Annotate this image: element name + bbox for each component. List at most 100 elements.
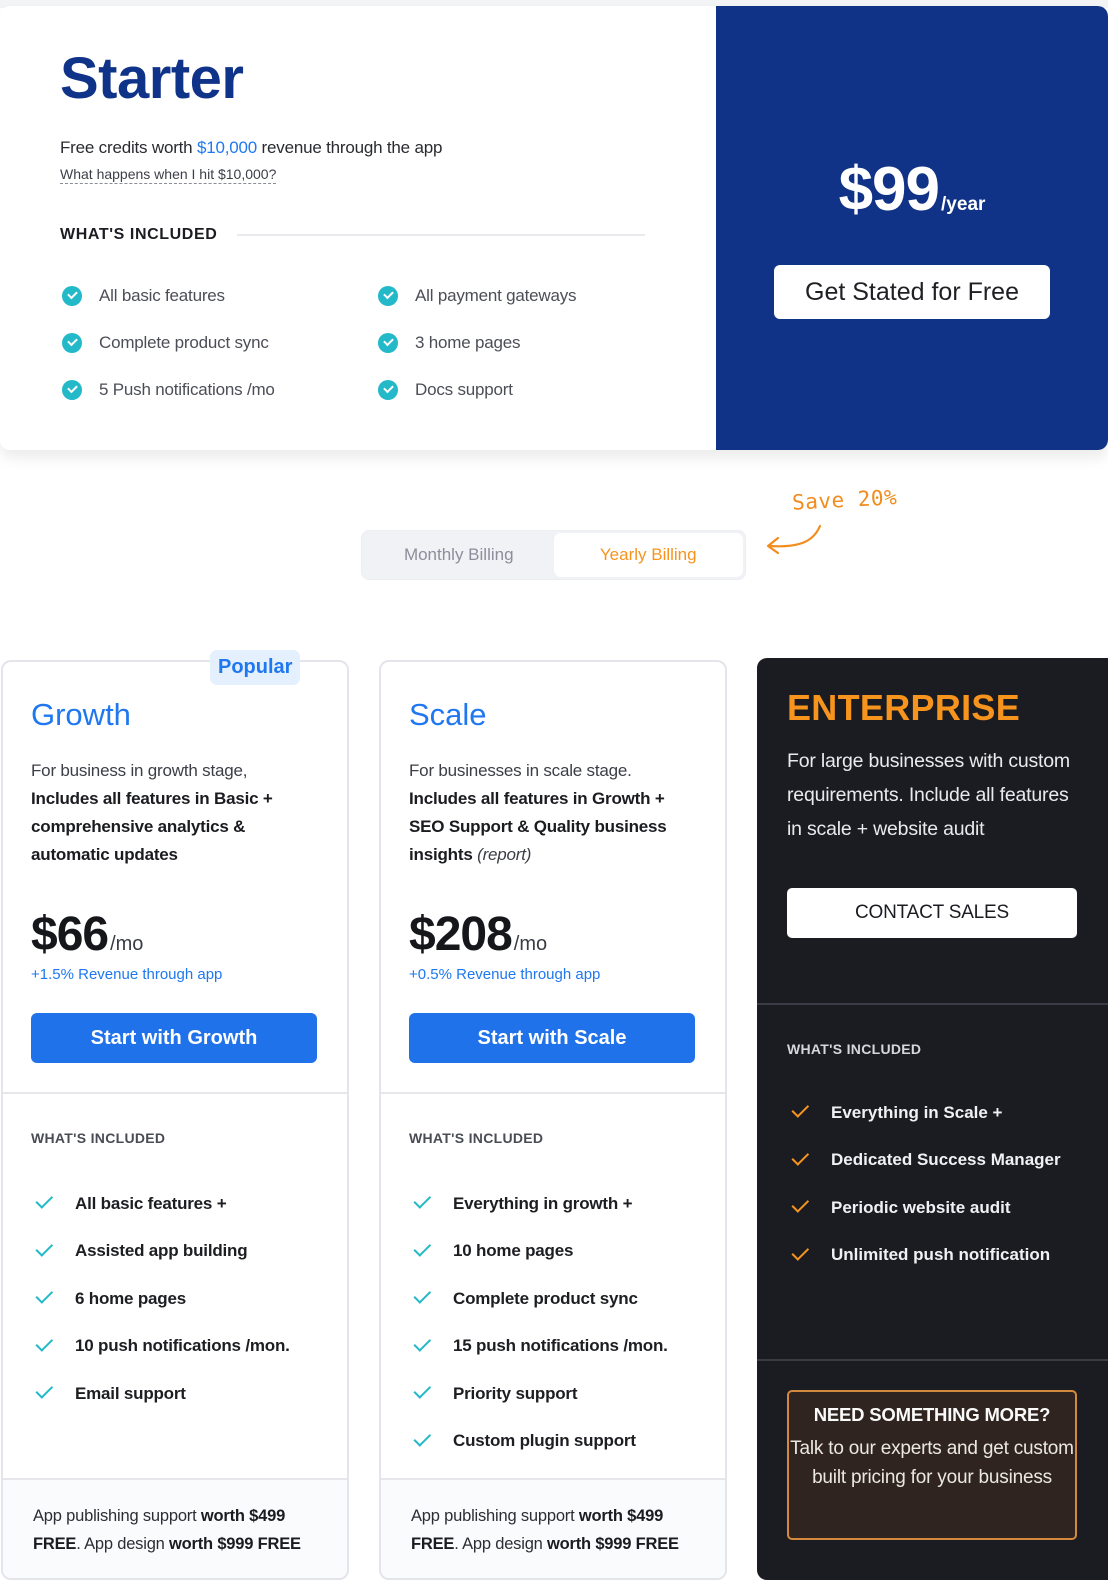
plan-price: $208/mo [409, 907, 697, 962]
curved-arrow-icon [766, 524, 822, 555]
check-circle-icon [378, 380, 398, 400]
feature-item: Unlimited push notification [787, 1232, 1078, 1280]
check-icon [413, 1381, 432, 1400]
revenue-share: +0.5% Revenue through app [409, 966, 601, 983]
feature-label: Complete product sync [453, 1288, 638, 1308]
footer-text: . App design [76, 1535, 170, 1553]
plan-description: For businesses in scale stage. Includes a… [409, 757, 697, 869]
check-icon [791, 1100, 810, 1119]
need-more-box: NEED SOMETHING MORE? Talk to our experts… [787, 1390, 1077, 1540]
included-label: WHAT'S INCLUDED [60, 226, 218, 243]
plan-header: Growth For business in growth stage, Incl… [3, 662, 347, 1094]
limit-info-link[interactable]: What happens when I hit $10,000? [60, 166, 277, 184]
start-growth-button[interactable]: Start with Growth [31, 1013, 317, 1063]
check-icon [35, 1333, 54, 1352]
included-label: WHAT'S INCLUDED [409, 1130, 544, 1146]
save-note: Save 20% [791, 485, 898, 515]
feature-label: Priority support [453, 1383, 578, 1403]
desc-plain: For businesses in scale stage. [409, 761, 632, 780]
feature-item: All basic features [62, 286, 378, 306]
check-circle-icon [378, 286, 398, 306]
feature-item: Dedicated Success Manager [787, 1137, 1078, 1185]
feature-item: Complete product sync [62, 333, 378, 353]
footer-text: App publishing support [411, 1507, 579, 1525]
feature-item: All payment gateways [378, 286, 678, 306]
price-unit: /mo [513, 933, 548, 955]
feature-label: Unlimited push notification [831, 1245, 1051, 1265]
feature-item: Email support [31, 1370, 319, 1418]
contact-sales-button[interactable]: CONTACT SALES [787, 888, 1077, 938]
feature-item: 10 home pages [409, 1228, 697, 1276]
subtitle-text: Free credits worth [60, 138, 197, 157]
feature-label: All basic features [99, 286, 225, 305]
monthly-billing-tab[interactable]: Monthly Billing [364, 533, 554, 577]
feature-label: Email support [75, 1383, 186, 1403]
check-icon [791, 1147, 810, 1166]
feature-label: 15 push notifications /mon. [453, 1336, 668, 1356]
footer-bold: worth $999 FREE [169, 1535, 301, 1553]
feature-list: Everything in growth + 10 home pages Com… [409, 1180, 697, 1465]
feature-item: 6 home pages [31, 1275, 319, 1323]
popular-badge: Popular [210, 650, 301, 685]
included-label: WHAT'S INCLUDED [787, 1041, 922, 1057]
feature-item: Periodic website audit [787, 1184, 1078, 1232]
plan-name: Scale [409, 697, 487, 732]
feature-label: Docs support [415, 380, 513, 399]
check-icon [791, 1242, 810, 1261]
starter-details: Starter Free credits worth $10,000 reven… [0, 6, 716, 450]
feature-item: Priority support [409, 1370, 697, 1418]
plan-name: ENTERPRISE [787, 687, 1021, 728]
check-icon [413, 1428, 432, 1447]
start-scale-button[interactable]: Start with Scale [409, 1013, 695, 1063]
need-more-text: Talk to our experts and get custom built… [790, 1438, 1074, 1488]
check-icon [35, 1381, 54, 1400]
custom-pricing-section: NEED SOMETHING MORE? Talk to our experts… [757, 1361, 1108, 1540]
check-icon [35, 1286, 54, 1305]
feature-label: 6 home pages [75, 1288, 186, 1308]
feature-item: 10 push notifications /mon. [31, 1323, 319, 1371]
desc-bold: Includes all features in Growth + SEO Su… [409, 789, 667, 864]
get-started-button[interactable]: Get Stated for Free [774, 265, 1050, 319]
check-circle-icon [378, 333, 398, 353]
feature-label: 10 push notifications /mon. [75, 1336, 290, 1356]
subtitle-text-end: revenue through the app [257, 138, 443, 157]
price-unit: /mo [110, 933, 144, 955]
price-amount: $208 [409, 908, 513, 961]
feature-label: Assisted app building [75, 1241, 248, 1261]
check-icon [413, 1286, 432, 1305]
desc-italic: (report) [477, 845, 532, 864]
desc-plain: For business in growth stage, [31, 761, 248, 780]
billing-toggle: Monthly Billing Yearly Billing [361, 530, 746, 580]
feature-item: Assisted app building [31, 1228, 319, 1276]
check-circle-icon [62, 380, 82, 400]
feature-label: 10 home pages [453, 1241, 574, 1261]
feature-label: 3 home pages [415, 333, 521, 352]
starter-plan-card: Starter Free credits worth $10,000 reven… [0, 6, 1108, 450]
check-icon [413, 1238, 432, 1257]
plan-features: WHAT'S INCLUDED Everything in growth + 1… [381, 1094, 725, 1480]
price-amount: $66 [31, 908, 109, 961]
check-icon [35, 1191, 54, 1210]
feature-item: 5 Push notifications /mo [62, 380, 378, 400]
plan-header: ENTERPRISE For large businesses with cus… [757, 658, 1108, 1005]
price-amount: $99 [838, 155, 940, 224]
included-header: WHAT'S INCLUDED [60, 226, 716, 244]
feature-item: 3 home pages [378, 333, 678, 353]
feature-label: Everything in growth + [453, 1193, 633, 1213]
plan-description: For large businesses with custom require… [787, 750, 1070, 840]
price-unit: /year [941, 194, 986, 215]
feature-label: Custom plugin support [453, 1431, 636, 1451]
credit-amount: $10,000 [196, 138, 258, 157]
enterprise-plan-card: ENTERPRISE For large businesses with cus… [757, 658, 1108, 1580]
feature-label: 5 Push notifications /mo [99, 380, 275, 399]
feature-item: Custom plugin support [409, 1418, 697, 1466]
check-circle-icon [62, 286, 82, 306]
feature-list: Everything in Scale + Dedicated Success … [787, 1089, 1078, 1279]
divider [237, 234, 646, 236]
feature-item: Everything in growth + [409, 1180, 697, 1228]
feature-label: Periodic website audit [831, 1197, 1011, 1217]
included-label: WHAT'S INCLUDED [31, 1130, 166, 1146]
footer-text: . App design [454, 1535, 548, 1553]
yearly-billing-tab[interactable]: Yearly Billing [553, 533, 743, 577]
feature-item: All basic features + [31, 1180, 319, 1228]
